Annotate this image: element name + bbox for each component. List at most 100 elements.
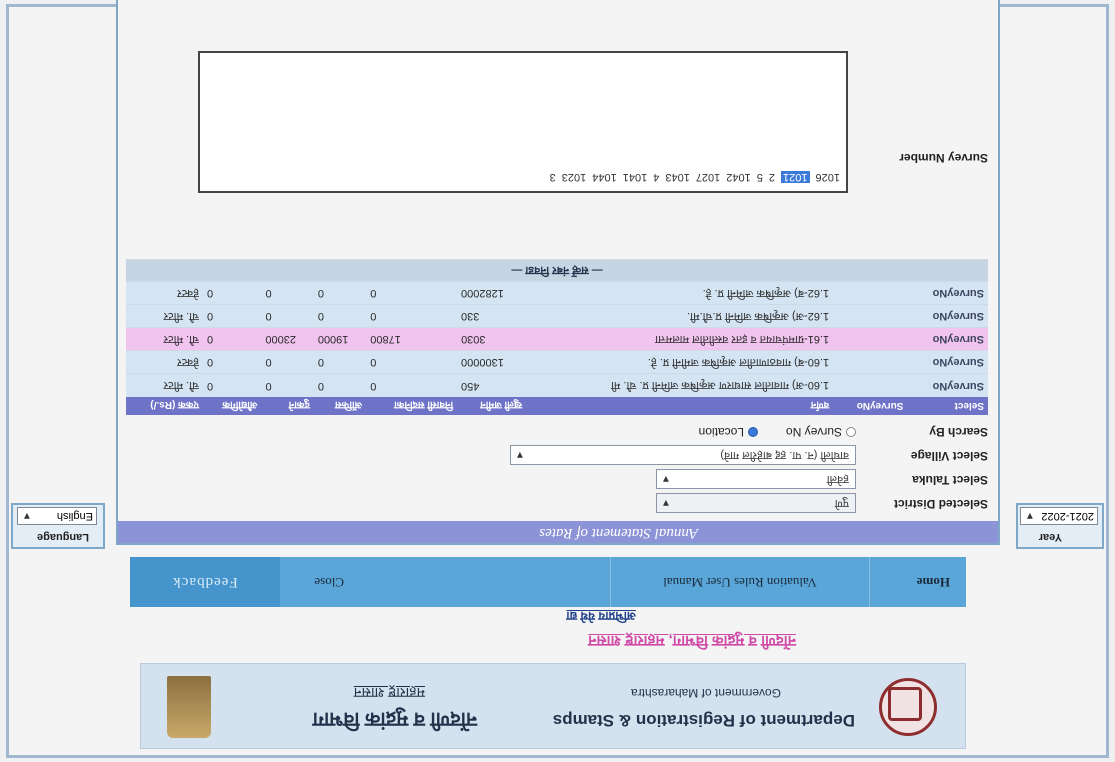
- row-unit: चौ. मीटर: [126, 328, 204, 351]
- chevron-down-icon: ▼: [1025, 510, 1035, 521]
- row-shop: 0: [261, 351, 314, 374]
- col-shop: दुकाने: [261, 397, 314, 415]
- village-select[interactable]: वाघोली (न. पा. हद्द बाहेरील गावे) ▼: [510, 445, 856, 465]
- survey-select-heading-row: — सर्व्हे नंबर निवडा —: [126, 260, 988, 282]
- rates-table: Select SurveyNo वर्णन खुली जमीन निवासी स…: [126, 260, 988, 415]
- survey-select-heading: — सर्व्हे नंबर निवडा —: [126, 260, 988, 282]
- district-value: पुणे: [834, 497, 849, 509]
- col-open-land: खुली जमीन: [457, 397, 527, 415]
- village-value: वाघोली (न. पा. हद्द बाहेरील गावे): [720, 449, 849, 461]
- row-off: 0: [313, 305, 367, 328]
- table-header-row: Select SurveyNo वर्णन खुली जमीन निवासी स…: [126, 397, 988, 415]
- slogan-link[interactable]: नोंदणी व मुद्रांक विभाग, महाराष्ट्र शासन: [588, 631, 796, 651]
- search-surveyno-radio[interactable]: Survey No: [786, 425, 856, 439]
- table-row[interactable]: SurveyNo 1.60-अ) गावातील साधारण अकृषिक ज…: [126, 374, 988, 397]
- row-open: 1282000: [457, 282, 527, 305]
- row-description: 1.62-ब) अकृषिक जमिनी प्र. हे.: [526, 282, 834, 305]
- row-shop: 23000: [261, 328, 314, 351]
- district-label: Selected District: [893, 497, 988, 511]
- survey-number-option[interactable]: 5: [757, 171, 763, 183]
- search-by-label: Search By: [929, 425, 988, 439]
- row-res: 0: [366, 351, 458, 374]
- row-ind: 0: [203, 374, 262, 397]
- language-select[interactable]: English ▼: [17, 507, 97, 525]
- year-box: Year 2021-2022 ▼: [1016, 503, 1104, 549]
- col-industrial: औद्योगिक: [203, 397, 262, 415]
- survey-number-option[interactable]: 2: [769, 171, 775, 183]
- government-label-en: Government of Maharashtra: [630, 686, 781, 700]
- government-label-mr: महाराष्ट्र शासन: [353, 685, 425, 701]
- row-shop: 0: [261, 305, 314, 328]
- table-row[interactable]: SurveyNo 1.62-ब) अकृषिक जमिनी प्र. हे. 1…: [126, 282, 988, 305]
- department-title-mr: नोंदणी व मुद्रांक विभाग: [312, 708, 477, 730]
- row-unit: हेक्टर: [126, 351, 204, 374]
- year-label: Year: [1038, 531, 1062, 543]
- survey-number-option[interactable]: 1041: [623, 171, 647, 183]
- chevron-down-icon: ▼: [661, 473, 671, 484]
- table-row[interactable]: SurveyNo 1.62-अ) अकृषिक जमिनी प्र.चौ.मी.…: [126, 305, 988, 328]
- year-value: 2021-2022: [1041, 510, 1094, 522]
- row-land: [833, 305, 908, 328]
- row-description: 1.61-ग्रामपंचायत व इतर वस्तीतील मालमत्ता: [526, 328, 834, 351]
- survey-number-option-selected[interactable]: 1021: [781, 171, 810, 183]
- survey-number-option[interactable]: 1043: [665, 171, 689, 183]
- table-row[interactable]: SurveyNo 1.60-ब) गावठाणातील अकृषिक जमीनी…: [126, 351, 988, 374]
- row-shop: 0: [261, 374, 314, 397]
- department-logo: [879, 678, 937, 736]
- survey-number-label: Survey Number: [899, 151, 988, 165]
- row-open: 330: [457, 305, 527, 328]
- row-select-link[interactable]: SurveyNo: [907, 351, 988, 374]
- year-select[interactable]: 2021-2022 ▼: [1020, 507, 1098, 525]
- row-description: 1.62-अ) अकृषिक जमिनी प्र.चौ.मी.: [526, 305, 834, 328]
- taluka-select[interactable]: हवेली ▼: [656, 469, 856, 489]
- survey-number-option[interactable]: 1026: [816, 171, 840, 183]
- table-row-highlighted[interactable]: SurveyNo 1.61-ग्रामपंचायत व इतर वस्तीतील…: [126, 328, 988, 351]
- row-shop: 0: [261, 282, 314, 305]
- survey-number-option[interactable]: 1027: [696, 171, 720, 183]
- row-unit: चौ. मीटर: [126, 374, 204, 397]
- survey-number-option[interactable]: 1044: [592, 171, 616, 183]
- row-res: 17800: [366, 328, 458, 351]
- nav-close[interactable]: Close: [280, 557, 360, 607]
- feedback-text-link[interactable]: अभिप्राय येथे द्या: [566, 608, 636, 625]
- row-land: [833, 328, 908, 351]
- survey-number-listbox[interactable]: 1026 1021 25 1042 1027 1043 4 1041 1044 1023 3: [198, 51, 848, 193]
- language-box: Language English ▼: [11, 503, 105, 549]
- row-res: 0: [366, 282, 458, 305]
- row-ind: 0: [203, 328, 262, 351]
- survey-number-list: 1026 1021 25 1042 1027 1043 4 1041 1044 1023 3: [544, 171, 840, 183]
- chevron-down-icon: ▼: [515, 449, 525, 460]
- survey-number-option[interactable]: 3: [550, 171, 556, 183]
- row-select-link[interactable]: SurveyNo: [907, 282, 988, 305]
- col-unit: एकक (Rs./): [126, 397, 204, 415]
- row-select-link[interactable]: SurveyNo: [907, 305, 988, 328]
- site-header: Department of Registration & Stamps Gove…: [140, 663, 966, 749]
- row-land: [833, 351, 908, 374]
- survey-number-option[interactable]: 1023: [562, 171, 586, 183]
- survey-number-option[interactable]: 1042: [726, 171, 750, 183]
- row-select-link[interactable]: SurveyNo: [907, 328, 988, 351]
- district-select[interactable]: पुणे ▼: [656, 493, 856, 513]
- search-surveyno-label: Survey No: [785, 425, 842, 439]
- row-res: 0: [366, 305, 458, 328]
- col-surveyno: SurveyNo: [833, 397, 908, 415]
- panel-title-bar: Annual Statement of Rates: [118, 521, 998, 543]
- survey-number-option[interactable]: 4: [653, 171, 659, 183]
- language-label: Language: [37, 531, 89, 543]
- row-open: 1300000: [457, 351, 527, 374]
- search-location-radio[interactable]: Location: [699, 425, 758, 439]
- state-emblem-icon: [167, 676, 211, 738]
- row-unit: चौ. मीटर: [126, 305, 204, 328]
- radio-on-icon: [748, 427, 758, 437]
- language-value: English: [56, 510, 93, 522]
- row-description: 1.60-अ) गावातील साधारण अकृषिक जमिनी प्र.…: [526, 374, 834, 397]
- nav-feedback[interactable]: Feedback: [130, 557, 280, 607]
- nav-home[interactable]: Home: [870, 557, 966, 607]
- row-select-link[interactable]: SurveyNo: [907, 374, 988, 397]
- col-description: वर्णन: [526, 397, 834, 415]
- taluka-value: हवेली: [826, 473, 849, 485]
- row-description: 1.60-ब) गावठाणातील अकृषिक जमीनी प्र. हे.: [526, 351, 834, 374]
- panel-title: Annual Statement of Rates: [539, 525, 698, 541]
- row-off: 0: [313, 374, 367, 397]
- nav-valuation-rules[interactable]: Valuation Rules User Manual: [610, 557, 870, 607]
